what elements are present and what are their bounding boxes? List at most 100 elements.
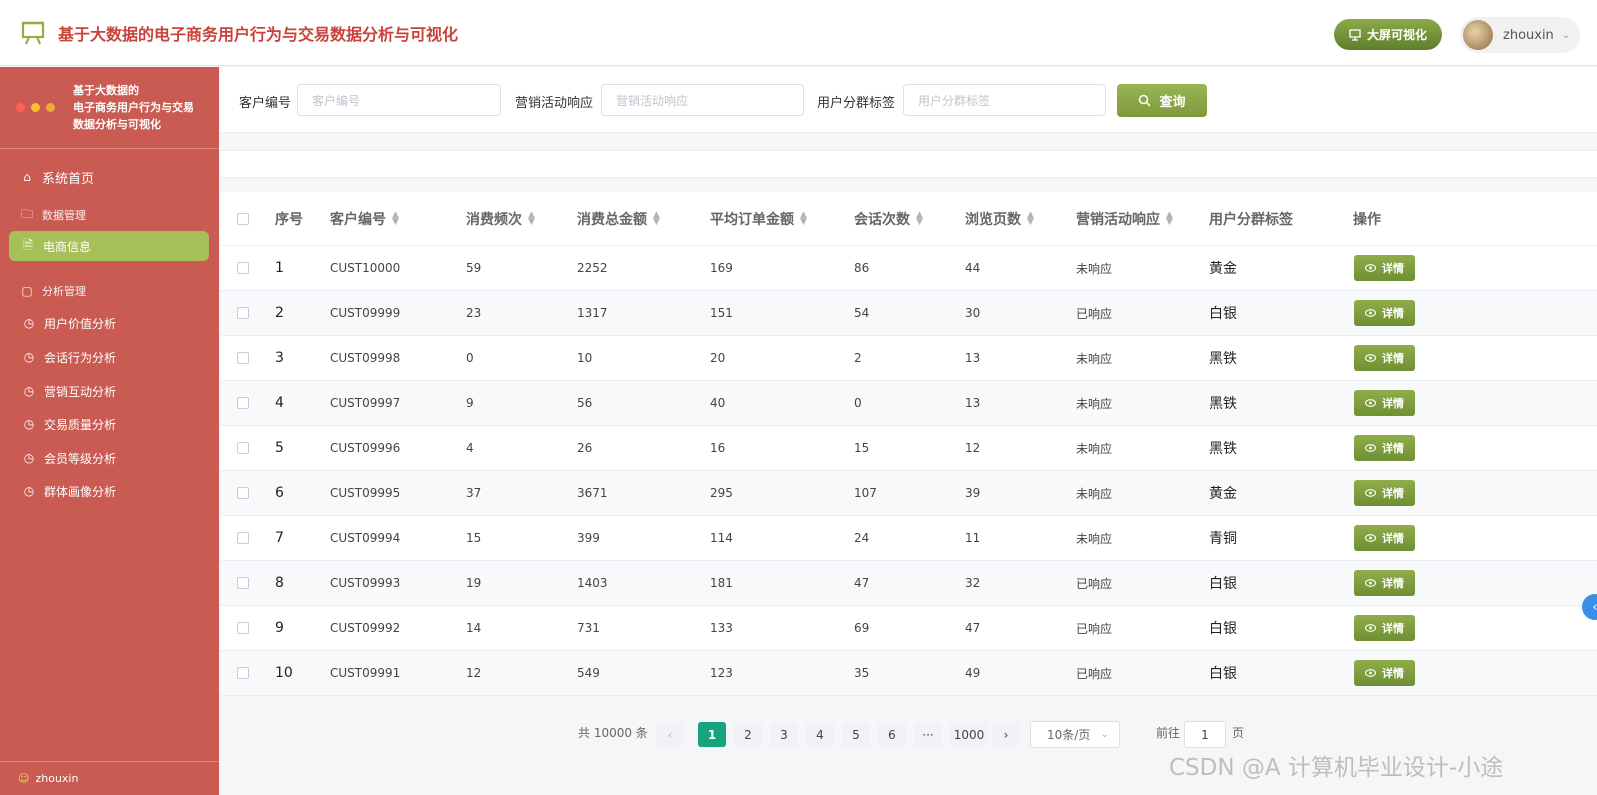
cell-campaign-response: 未响应 <box>1076 486 1113 501</box>
campaign-response-input[interactable]: 营销活动响应 <box>601 84 804 116</box>
sort-icon[interactable]: ▲ ▼ <box>800 210 807 226</box>
sidebar-item-label: 会员等级分析 <box>44 451 117 466</box>
detail-button[interactable]: 详情 <box>1354 615 1415 641</box>
presentation-board-icon <box>21 21 45 44</box>
cell-avg-order: 16 <box>710 441 726 455</box>
sidebar-item-label: 会话行为分析 <box>44 350 117 365</box>
header-avg-order[interactable]: 平均订单金额 ▲ ▼ <box>710 192 807 245</box>
page-button[interactable]: 2 <box>734 722 762 747</box>
sidebar-item-label: 电商信息 <box>43 239 92 254</box>
cell-avg-order: 123 <box>710 666 733 680</box>
dot-red <box>16 103 25 112</box>
sort-icon[interactable]: ▲ ▼ <box>653 210 660 226</box>
header-sessions[interactable]: 会话次数 ▲ ▼ <box>854 192 923 245</box>
sidebar-group-label: 数据管理 <box>42 209 86 222</box>
cell-avg-order: 181 <box>710 576 733 590</box>
sort-icon[interactable]: ▲ ▼ <box>392 210 399 226</box>
eye-icon <box>1365 264 1376 272</box>
table-row: 2 CUST09999 23 1317 151 54 30 已响应 白银 详情 <box>220 291 1597 336</box>
sidebar-item-home[interactable]: ⌂ 系统首页 <box>0 166 219 188</box>
detail-button[interactable]: 详情 <box>1354 525 1415 551</box>
cell-frequency: 0 <box>466 351 474 365</box>
sidebar-item-transaction[interactable]: ◷ 交易质量分析 <box>0 413 219 435</box>
eye-icon <box>1365 309 1376 317</box>
sort-icon[interactable]: ▲ ▼ <box>916 210 923 226</box>
cell-sessions: 24 <box>854 531 870 545</box>
cell-avg-order: 295 <box>710 486 733 500</box>
user-menu[interactable]: zhouxin ⌄ <box>1460 17 1580 53</box>
header-customer-id[interactable]: 客户编号 ▲ ▼ <box>330 192 399 245</box>
sidebar-item-marketing[interactable]: ◷ 营销互动分析 <box>0 380 219 402</box>
campaign-response-label: 营销活动响应 <box>515 96 594 111</box>
cell-segment-tag: 白银 <box>1209 621 1237 637</box>
header-total-amount[interactable]: 消费总金额 ▲ ▼ <box>577 192 660 245</box>
row-checkbox[interactable] <box>237 471 249 515</box>
cell-index: 10 <box>275 665 293 681</box>
customer-id-input[interactable]: 客户编号 <box>297 84 501 116</box>
page-button[interactable]: 6 <box>878 722 906 747</box>
header-frequency[interactable]: 消费频次 ▲ ▼ <box>466 192 535 245</box>
cell-sessions: 107 <box>854 486 877 500</box>
page-button[interactable]: 1000 <box>950 722 988 747</box>
row-checkbox[interactable] <box>237 426 249 470</box>
folder-icon: 🗀 <box>20 206 33 221</box>
sidebar-item-session[interactable]: ◷ 会话行为分析 <box>0 346 219 368</box>
row-checkbox[interactable] <box>237 291 249 335</box>
header-campaign-response[interactable]: 营销活动响应 ▲ ▼ <box>1076 192 1173 245</box>
sidebar-group-analysis[interactable]: ▢ 分析管理 <box>0 281 219 301</box>
row-checkbox[interactable] <box>237 561 249 605</box>
cell-sessions: 69 <box>854 621 870 635</box>
next-page-button[interactable]: › <box>992 722 1020 747</box>
page-button[interactable]: 5 <box>842 722 870 747</box>
page-ellipsis[interactable]: ··· <box>914 722 942 747</box>
row-checkbox[interactable] <box>237 606 249 650</box>
sort-icon[interactable]: ▲ ▼ <box>1027 210 1034 226</box>
username: zhouxin <box>1503 27 1554 43</box>
detail-button[interactable]: 详情 <box>1354 660 1415 686</box>
segment-tag-input[interactable]: 用户分群标签 <box>903 84 1106 116</box>
query-button[interactable]: 查询 <box>1117 84 1207 117</box>
header-page-views[interactable]: 浏览页数 ▲ ▼ <box>965 192 1034 245</box>
page-size-select[interactable]: 10条/页 ⌄ <box>1030 721 1120 748</box>
sidebar-item-ecommerce[interactable]: 🗎 电商信息 <box>9 231 209 261</box>
sort-icon[interactable]: ▲ ▼ <box>528 210 535 226</box>
page-button[interactable]: 3 <box>770 722 798 747</box>
cell-total-amount: 1317 <box>577 306 608 320</box>
cell-customer-id: CUST09991 <box>330 666 401 680</box>
row-checkbox[interactable] <box>237 516 249 560</box>
cell-campaign-response: 已响应 <box>1076 621 1113 636</box>
row-checkbox[interactable] <box>237 651 249 695</box>
detail-label: 详情 <box>1382 532 1404 545</box>
cell-actions: 详情 <box>1354 246 1415 290</box>
search-icon <box>1139 94 1152 107</box>
page-button[interactable]: 4 <box>806 722 834 747</box>
detail-button[interactable]: 详情 <box>1354 480 1415 506</box>
detail-button[interactable]: 详情 <box>1354 300 1415 326</box>
page-button[interactable]: 1 <box>698 722 726 747</box>
row-checkbox[interactable] <box>237 381 249 425</box>
prev-page-button[interactable]: ‹ <box>656 722 684 747</box>
avatar <box>1463 20 1493 50</box>
sidebar-brand: 基于大数据的 电子商务用户行为与交易 数据分析与可视化 <box>0 67 219 149</box>
sidebar-item-user-value[interactable]: ◷ 用户价值分析 <box>0 312 219 334</box>
sort-icon[interactable]: ▲ ▼ <box>1166 210 1173 226</box>
bigscreen-button[interactable]: 大屏可视化 <box>1334 19 1442 50</box>
detail-button[interactable]: 详情 <box>1354 570 1415 596</box>
detail-button[interactable]: 详情 <box>1354 345 1415 371</box>
table-row: 3 CUST09998 0 10 20 2 13 未响应 黑铁 详情 <box>220 336 1597 381</box>
row-checkbox[interactable] <box>237 246 249 290</box>
cell-total-amount: 549 <box>577 666 600 680</box>
detail-button[interactable]: 详情 <box>1354 435 1415 461</box>
detail-button[interactable]: 详情 <box>1354 390 1415 416</box>
sidebar-item-group-portrait[interactable]: ◷ 群体画像分析 <box>0 480 219 502</box>
goto-page-input[interactable]: 1 <box>1184 721 1226 748</box>
sidebar-item-membership[interactable]: ◷ 会员等级分析 <box>0 447 219 469</box>
clock-icon: ◷ <box>23 484 35 498</box>
select-all-checkbox[interactable] <box>237 192 249 245</box>
sidebar-group-data[interactable]: 🗀 数据管理 <box>0 205 219 225</box>
cell-actions: 详情 <box>1354 336 1415 380</box>
row-checkbox[interactable] <box>237 336 249 380</box>
cell-campaign-response: 未响应 <box>1076 441 1113 456</box>
detail-button[interactable]: 详情 <box>1354 255 1415 281</box>
sidebar-title: 基于大数据的 电子商务用户行为与交易 数据分析与可视化 <box>73 82 194 133</box>
